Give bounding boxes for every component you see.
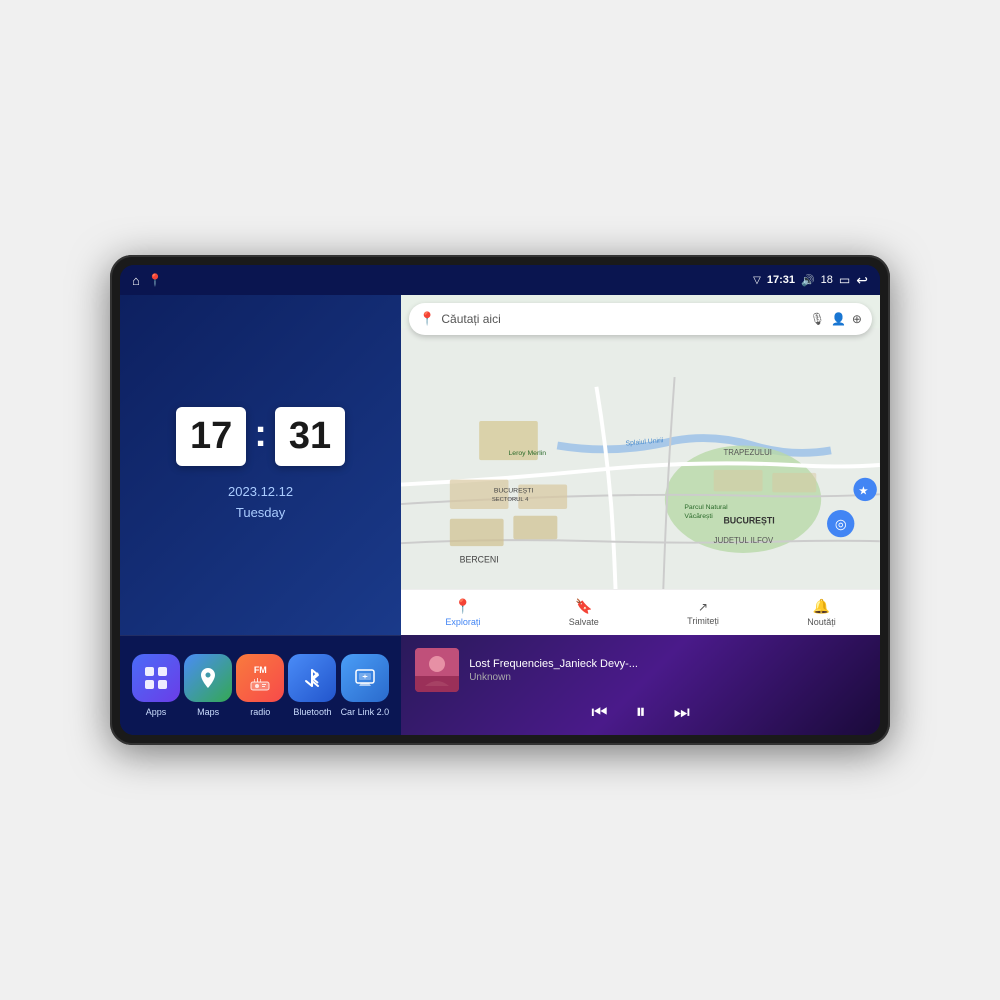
music-details: Lost Frequencies_Janieck Devy-... Unknow… (469, 658, 866, 683)
map-nav-news[interactable]: 🔔 Noutăți (807, 598, 836, 627)
music-player: Lost Frequencies_Janieck Devy-... Unknow… (401, 635, 880, 735)
svg-text:BERCENI: BERCENI (460, 555, 499, 565)
music-thumbnail (415, 648, 459, 692)
clock-widget: 17 : 31 2023.12.12 Tuesday (120, 295, 401, 635)
svg-text:Parcul Natural: Parcul Natural (685, 504, 729, 511)
main-content: 17 : 31 2023.12.12 Tuesday (120, 295, 880, 735)
share-icon: ↗ (698, 600, 708, 614)
map-search-icons: 🎙 👤 ⊕ (810, 312, 862, 326)
apps-label: Apps (146, 707, 167, 717)
app-item-apps[interactable]: Apps (132, 654, 180, 717)
map-area[interactable]: TRAPEZULUI BUCUREȘTI JUDEȚUL ILFOV BERCE… (401, 295, 880, 635)
clock-hour: 17 (176, 407, 246, 466)
map-svg: TRAPEZULUI BUCUREȘTI JUDEȚUL ILFOV BERCE… (401, 295, 880, 635)
layers-icon[interactable]: ⊕ (852, 312, 862, 326)
play-pause-button[interactable]: ⏸ (636, 702, 646, 722)
map-search-bar[interactable]: 📍 Căutați aici 🎙 👤 ⊕ (409, 303, 872, 335)
carlink-icon-btn (341, 654, 389, 702)
explore-icon: 📍 (454, 598, 471, 615)
status-bar-right: ▽ 17:31 🔊 18 ▭ ↩ (753, 272, 868, 289)
maps-label: Maps (197, 707, 219, 717)
status-time: 17:31 (767, 274, 795, 286)
music-controls: ⏮ ⏸ ⏭ (415, 702, 866, 722)
share-label: Trimiteți (687, 616, 719, 626)
status-bar: ⌂ 📍 ▽ 17:31 🔊 18 ▭ ↩ (120, 265, 880, 295)
music-info: Lost Frequencies_Janieck Devy-... Unknow… (415, 648, 866, 692)
svg-text:TRAPEZULUI: TRAPEZULUI (724, 448, 773, 457)
volume-icon: 🔊 (801, 274, 815, 287)
news-label: Noutăți (807, 617, 836, 627)
map-nav-saved[interactable]: 🔖 Salvate (569, 598, 599, 627)
maps-icon-btn (184, 654, 232, 702)
svg-text:JUDEȚUL ILFOV: JUDEȚUL ILFOV (714, 536, 774, 545)
status-bar-left: ⌂ 📍 (132, 273, 163, 288)
battery-icon: ▭ (839, 273, 850, 287)
map-nav-explore[interactable]: 📍 Explorați (445, 598, 480, 627)
clock-colon: : (254, 413, 267, 456)
signal-icon: ▽ (753, 275, 761, 286)
clock-date: 2023.12.12 Tuesday (228, 482, 293, 524)
radio-icon-btn: FM (236, 654, 284, 702)
music-title: Lost Frequencies_Janieck Devy-... (469, 658, 866, 670)
bluetooth-label: Bluetooth (293, 707, 331, 717)
device-screen: ⌂ 📍 ▽ 17:31 🔊 18 ▭ ↩ 17 : (120, 265, 880, 735)
apps-icon (132, 654, 180, 702)
apps-row: Apps Maps FM (120, 635, 401, 735)
saved-label: Salvate (569, 617, 599, 627)
carlink-label: Car Link 2.0 (341, 707, 390, 717)
device-frame: ⌂ 📍 ▽ 17:31 🔊 18 ▭ ↩ 17 : (110, 255, 890, 745)
map-nav-share[interactable]: ↗ Trimiteți (687, 600, 719, 626)
map-search-text[interactable]: Căutați aici (441, 312, 803, 326)
left-panel: 17 : 31 2023.12.12 Tuesday (120, 295, 401, 735)
explore-label: Explorați (445, 617, 480, 627)
map-nav-bar: 📍 Explorați 🔖 Salvate ↗ Trimiteți 🔔 (401, 589, 880, 635)
volume-level: 18 (821, 274, 833, 286)
svg-text:Leroy Merlin: Leroy Merlin (509, 450, 547, 457)
svg-text:◎: ◎ (835, 517, 847, 532)
account-icon[interactable]: 👤 (831, 312, 846, 326)
app-item-bluetooth[interactable]: Bluetooth (288, 654, 336, 717)
bluetooth-icon-btn (288, 654, 336, 702)
svg-text:SECTORUL 4: SECTORUL 4 (492, 497, 529, 503)
clock-minute: 31 (275, 407, 345, 466)
svg-text:BUCUREȘTI: BUCUREȘTI (494, 487, 534, 494)
saved-icon: 🔖 (575, 598, 592, 615)
right-panel: TRAPEZULUI BUCUREȘTI JUDEȚUL ILFOV BERCE… (401, 295, 880, 735)
maps-icon[interactable]: 📍 (148, 273, 163, 287)
home-icon[interactable]: ⌂ (132, 273, 140, 288)
back-icon[interactable]: ↩ (856, 272, 868, 289)
radio-label: radio (250, 707, 270, 717)
svg-text:★: ★ (858, 484, 869, 497)
mic-icon[interactable]: 🎙 (810, 312, 825, 326)
app-item-maps[interactable]: Maps (184, 654, 232, 717)
svg-text:BUCUREȘTI: BUCUREȘTI (724, 516, 775, 526)
google-pin-icon: 📍 (419, 311, 435, 327)
svg-text:Văcărești: Văcărești (685, 513, 714, 520)
music-artist: Unknown (469, 672, 866, 683)
prev-button[interactable]: ⏮ (591, 703, 607, 721)
clock-display: 17 : 31 (176, 407, 345, 466)
app-item-radio[interactable]: FM radio (236, 654, 284, 717)
news-icon: 🔔 (813, 598, 830, 615)
next-button[interactable]: ⏭ (674, 703, 690, 721)
app-item-carlink[interactable]: Car Link 2.0 (341, 654, 390, 717)
